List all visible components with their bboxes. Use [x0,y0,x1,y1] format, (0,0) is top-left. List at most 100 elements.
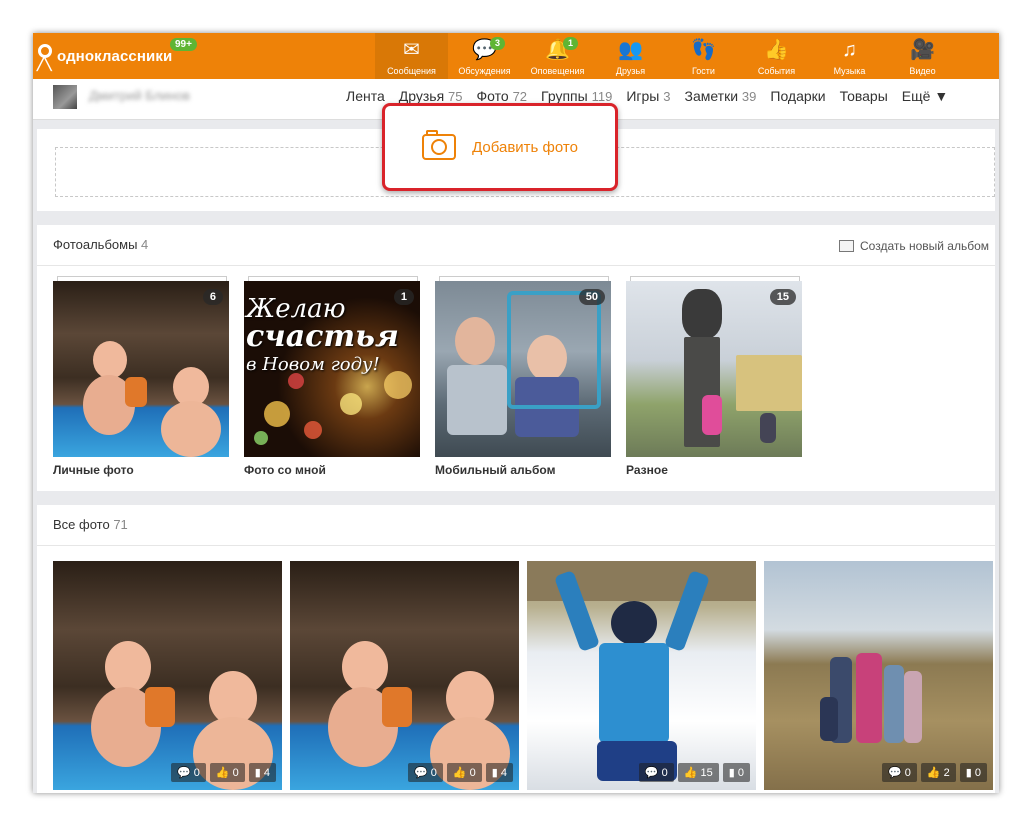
comments-count[interactable]: 💬 0 [407,763,443,782]
greeting-line: счастья [246,319,399,354]
views-count[interactable]: ▮ 0 [722,763,750,782]
music-note-icon: ♫ [842,39,857,61]
album-name[interactable]: Мобильный альбом [435,463,611,477]
create-album-link[interactable]: Создать новый альбом [839,239,989,253]
nav-item-video[interactable]: 🎥 Видео [886,33,959,79]
comments-value: 0 [193,767,200,779]
tab-count: 75 [448,89,463,104]
tab-label: Подарки [770,88,826,104]
album-name[interactable]: Фото со мной [244,463,420,477]
greeting-overlay-text: Желаю счастья в Новом году! [246,295,399,379]
album-card[interactable]: 50 Мобильный альбом [435,276,611,477]
views-value: 0 [974,767,981,779]
views-count[interactable]: ▮ 4 [485,763,513,782]
views-count[interactable]: ▮ 4 [248,763,276,782]
album-cover[interactable]: 6 [53,281,229,457]
views-value: 4 [263,767,270,779]
comments-count[interactable]: 💬 0 [881,763,917,782]
tab-goods[interactable]: Товары [833,79,895,116]
photo-tile[interactable]: 💬 0 👍 0 ▮ 4 [290,561,519,790]
tab-count: 119 [591,89,613,104]
nav-item-label: События [757,66,796,76]
envelope-icon: ✉ [403,39,420,61]
album-card[interactable]: Желаю счастья в Новом году! 1 Фото со мн… [244,276,420,477]
nav-item-label: Сообщения [387,66,436,76]
nav-item-guests[interactable]: 👣 Гости [667,33,740,79]
nav-item-label: Видео [909,66,936,76]
logo-notification-badge: 99+ [170,38,197,51]
photo-tile[interactable]: 💬 0 👍 15 ▮ 0 [527,561,756,790]
nav-item-friends[interactable]: 👥 Друзья [594,33,667,79]
album-card[interactable]: 15 Разное [626,276,802,477]
tab-notes[interactable]: Заметки 39 [677,79,763,116]
tab-label: Группы [541,88,588,104]
comments-count[interactable]: 💬 0 [170,763,206,782]
chat-bubbles-icon: 💬 [472,39,497,61]
tab-label: Лента [346,88,385,104]
section-title-text: Фотоальбомы [53,237,138,252]
top-navigation-bar: ╱╲ одноклассники 99+ ✉ Сообщения 💬 3 Обс… [33,33,999,79]
likes-count[interactable]: 👍 0 [446,763,482,782]
divider [37,265,995,266]
camera-icon [422,130,457,160]
album-cover[interactable]: 15 [626,281,802,457]
user-name[interactable]: Дмитрий Блинов [89,88,199,103]
tab-more[interactable]: Ещё ▼ [895,79,955,116]
album-photo-count: 50 [578,289,605,305]
tab-label: Товары [839,88,888,104]
tab-label: Игры [626,88,660,104]
section-count: 4 [141,237,149,252]
comments-value: 0 [430,767,437,779]
likes-count[interactable]: 👍 15 [677,763,719,782]
album-name[interactable]: Разное [626,463,802,477]
album-cover[interactable]: Желаю счастья в Новом году! 1 [244,281,420,457]
site-logo[interactable]: ╱╲ одноклассники 99+ [33,33,197,79]
album-photo-count: 1 [393,289,414,305]
nav-item-label: Музыка [833,66,866,76]
views-count[interactable]: ▮ 0 [959,763,987,782]
album-name[interactable]: Личные фото [53,463,229,477]
comments-value: 0 [661,767,668,779]
photo-tile[interactable]: 💬 0 👍 0 ▮ 4 [53,561,282,790]
tab-count: 3 [663,89,671,104]
likes-count[interactable]: 👍 0 [209,763,245,782]
views-value: 4 [500,767,507,779]
likes-count[interactable]: 👍 2 [920,763,956,782]
album-cover[interactable]: 50 [435,281,611,457]
nav-item-discussions[interactable]: 💬 3 Обсуждения [448,33,521,79]
main-nav: ✉ Сообщения 💬 3 Обсуждения 🔔 1 Оповещени… [375,33,959,79]
nav-item-messages[interactable]: ✉ Сообщения [375,33,448,79]
ok-logo-icon: ╱╲ [37,44,52,70]
greeting-line: в Новом году! [246,354,380,375]
notification-badge: 1 [563,37,579,50]
tab-label: Фото [476,88,509,104]
photo-tile[interactable]: 💬 0 👍 2 ▮ 0 [764,561,993,790]
likes-value: 0 [469,767,476,779]
nav-item-notifications[interactable]: 🔔 1 Оповещения [521,33,594,79]
likes-value: 15 [700,767,713,779]
nav-item-events[interactable]: 👍 События [740,33,813,79]
likes-value: 0 [232,767,239,779]
comments-count[interactable]: 💬 0 [638,763,674,782]
add-photo-button[interactable]: Добавить фото [382,103,618,191]
tab-label: Ещё ▼ [901,88,949,104]
album-card[interactable]: 6 Личные фото [53,276,229,477]
tab-label: Друзья [398,88,445,104]
logo-text: одноклассники [57,47,173,65]
avatar[interactable] [53,85,77,109]
footprints-icon: 👣 [691,39,716,61]
picture-icon [839,240,854,252]
album-photo-count: 15 [769,289,796,305]
nav-item-music[interactable]: ♫ Музыка [813,33,886,79]
albums-section-title: Фотоальбомы 4 [53,237,148,252]
add-photo-label: Добавить фото [472,138,578,156]
tab-gifts[interactable]: Подарки [763,79,832,116]
events-like-icon: 👍 [764,39,789,61]
tab-games[interactable]: Игры 3 [619,79,677,116]
albums-section: Фотоальбомы 4 Создать новый альбом 6 Лич… [37,225,995,491]
all-photos-section: Все фото 71 💬 0 👍 0 ▮ 4 💬 0 👍 0 ▮ 4 💬 0 … [37,505,995,793]
photo-stats: 💬 0 👍 0 ▮ 4 [170,763,276,782]
video-camera-icon: 🎥 [910,39,935,61]
photo-stats: 💬 0 👍 2 ▮ 0 [881,763,987,782]
likes-value: 2 [943,767,950,779]
